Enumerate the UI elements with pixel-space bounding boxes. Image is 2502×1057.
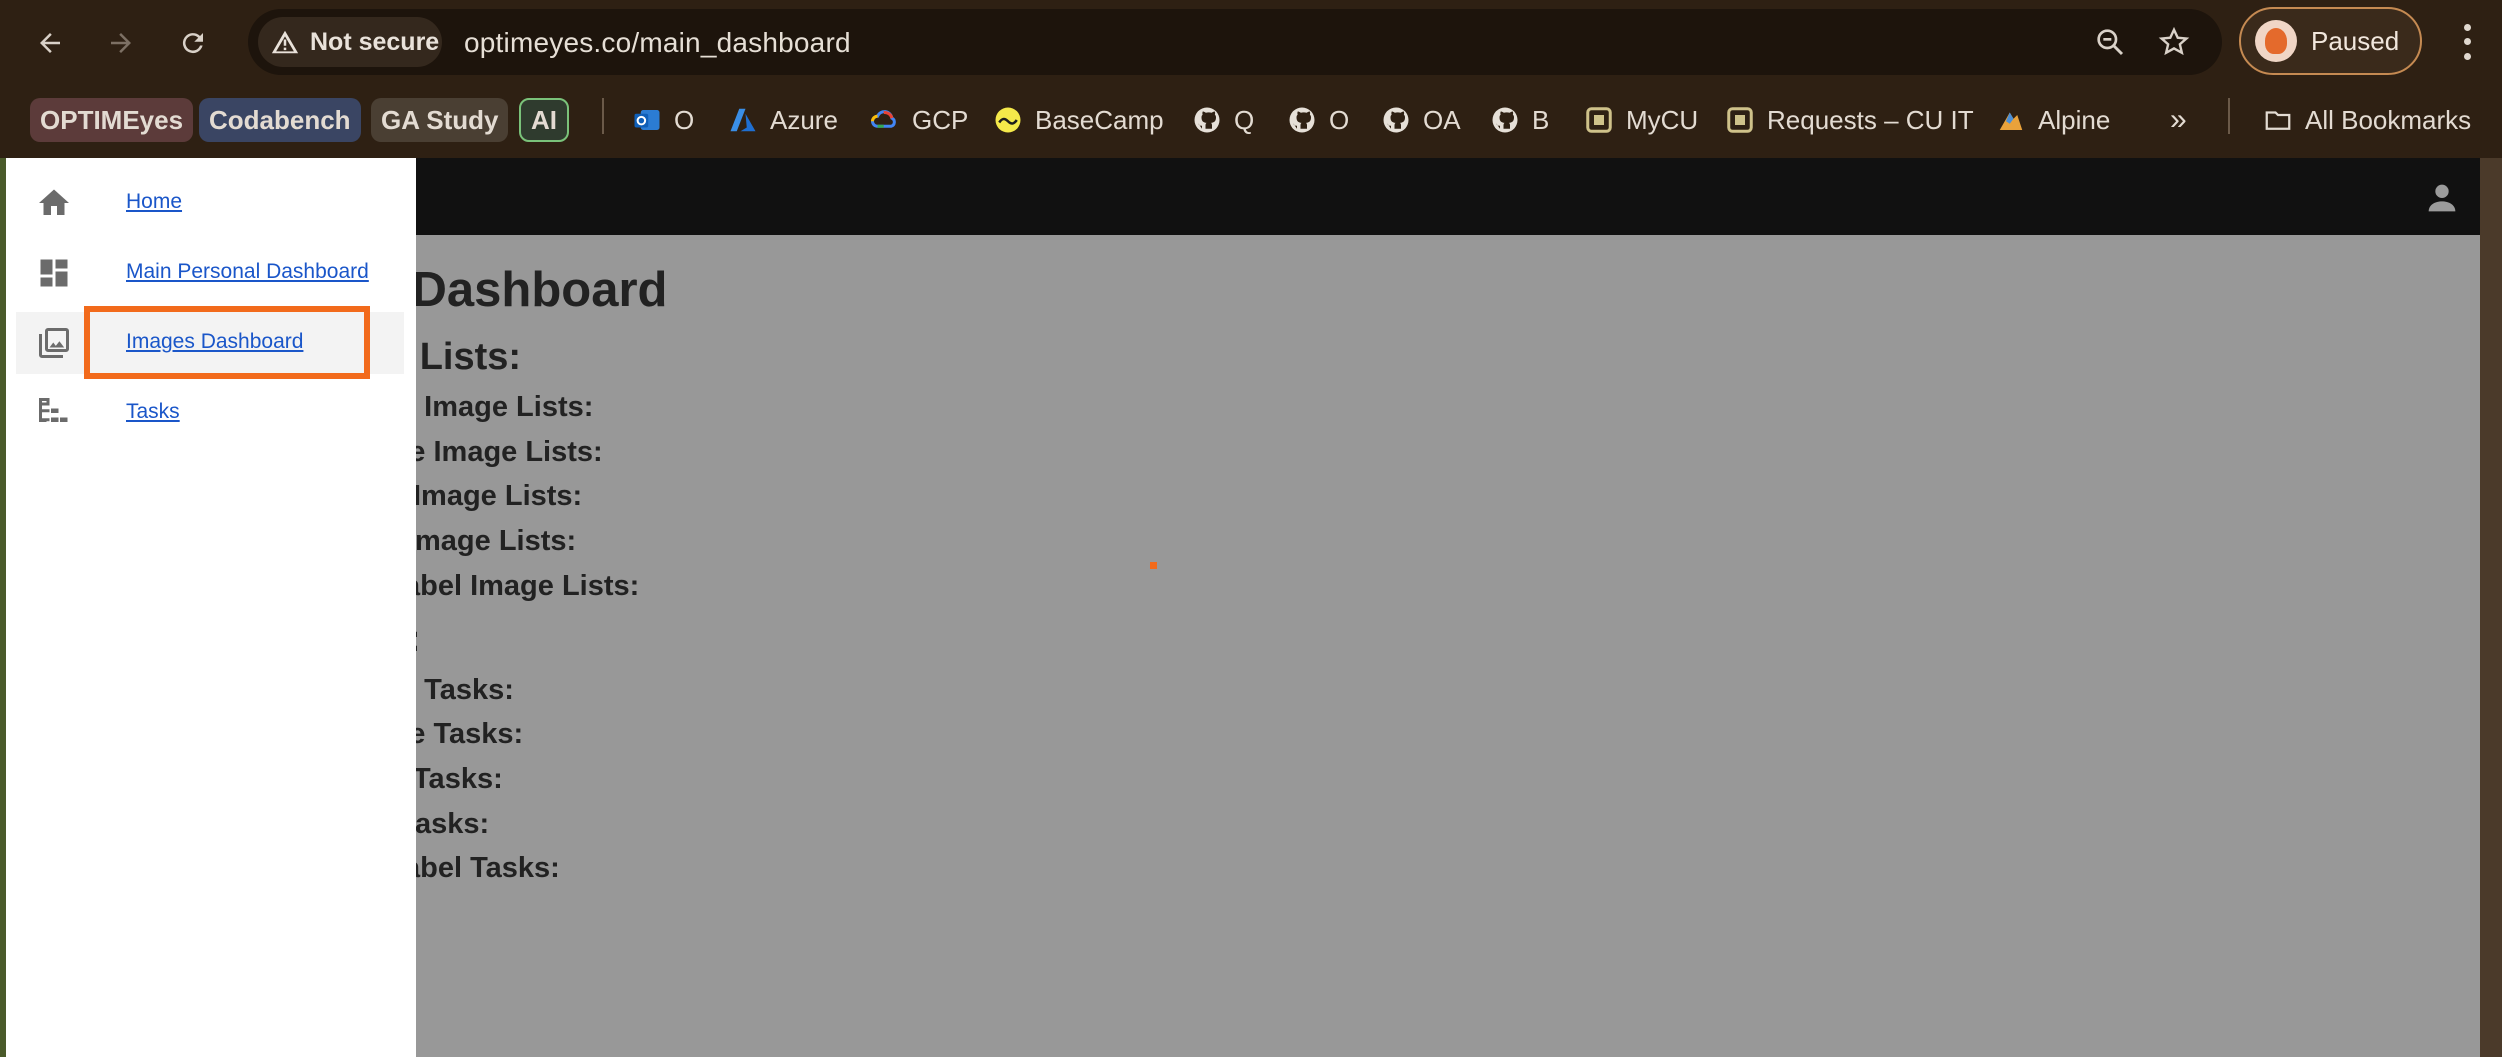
security-label: Not secure [310, 27, 440, 56]
bookmark-label: MyCU [1626, 104, 1699, 135]
cu-icon [1725, 105, 1755, 135]
profile-status: Paused [2311, 25, 2400, 56]
alpine-icon [1996, 105, 2026, 135]
bookmark-label: AI [531, 104, 557, 135]
bookmark-github-o[interactable]: O [1287, 98, 1349, 142]
subheading: re Tasks: [398, 718, 524, 750]
bookmark-outlook[interactable]: O [632, 98, 694, 142]
azure-icon [728, 105, 758, 135]
zoom-out-icon [2097, 29, 2124, 56]
profile-button[interactable]: Paused [2239, 7, 2422, 75]
folder-icon [2263, 105, 2293, 135]
address-bar[interactable]: Not secure optimeyes.co/main_dashboard [248, 9, 2222, 75]
images-icon [39, 328, 69, 358]
forward-button[interactable] [96, 18, 146, 68]
bookmark-gcp[interactable]: GCP [870, 98, 968, 142]
bookmarks-overflow-button[interactable]: » [2170, 98, 2187, 142]
avatar [2255, 20, 2297, 62]
bookmark-label: GCP [912, 104, 969, 135]
star-icon [2158, 26, 2190, 56]
bookmark-separator [602, 98, 604, 134]
account-icon[interactable] [2422, 178, 2462, 218]
bookmark-label: Requests – CU IT [1767, 104, 1974, 135]
overflow-chevron-icon: » [2170, 103, 2187, 136]
drawer-link-home[interactable]: Home [126, 190, 182, 214]
browser-toolbar: Not secure optimeyes.co/main_dashboard P… [0, 0, 2502, 84]
bookmark-label: Codabench [209, 104, 351, 135]
bookmark-alpine[interactable]: Alpine [1996, 98, 2110, 142]
back-button[interactable] [25, 18, 75, 68]
drawer-item-home[interactable]: Home [16, 172, 404, 234]
bookmark-label: OPTIMEyes [40, 104, 184, 135]
page-edge-right [2480, 158, 2502, 1057]
subheading: abel Image Lists: [404, 570, 640, 602]
subheading: y Tasks: [400, 674, 514, 706]
cu-icon [1584, 105, 1614, 135]
bookmark-label: O [1329, 104, 1350, 135]
subheading: re Image Lists: [398, 436, 603, 468]
bookmark-requests-cu-it[interactable]: Requests – CU IT [1725, 98, 1974, 142]
bookmark-optimeyes[interactable]: OPTIMEyes [30, 98, 194, 142]
bookmark-github-oa[interactable]: OA [1381, 98, 1461, 142]
url-text[interactable]: optimeyes.co/main_dashboard [464, 27, 851, 59]
subheading: asks: [415, 808, 490, 840]
bookmark-mycu[interactable]: MyCU [1584, 98, 1698, 142]
github-icon [1192, 105, 1222, 135]
bookmark-label: B [1532, 104, 1550, 135]
bookmark-github-q[interactable]: Q [1192, 98, 1254, 142]
bookmark-label: OA [1423, 104, 1461, 135]
subheading: mage Lists: [415, 525, 577, 557]
back-arrow-icon [40, 33, 60, 53]
subheading: Tasks: [413, 763, 503, 795]
drawer-item-main-personal-dashboard[interactable]: Main Personal Dashboard [16, 242, 404, 304]
bookmark-basecamp[interactable]: BaseCamp [993, 98, 1164, 142]
gcp-icon [870, 105, 900, 135]
drawer-link-main-personal-dashboard[interactable]: Main Personal Dashboard [126, 260, 369, 284]
bookmark-star-button[interactable] [2154, 22, 2194, 62]
bookmark-label: Azure [770, 104, 838, 135]
bookmark-ga-study[interactable]: GA Study [371, 98, 509, 142]
cursor-marker [1150, 562, 1157, 569]
bookmark-label: Q [1234, 104, 1255, 135]
bookmark-label: BaseCamp [1035, 104, 1164, 135]
basecamp-icon [993, 105, 1023, 135]
bookmark-codabench[interactable]: Codabench [199, 98, 361, 142]
reload-icon [182, 33, 203, 54]
subheading: abel Tasks: [404, 852, 560, 884]
highlight-box [84, 306, 370, 379]
tasks-icon [39, 398, 68, 422]
zoom-button[interactable] [2090, 22, 2130, 62]
bookmark-label: GA Study [381, 104, 499, 135]
bookmark-azure[interactable]: Azure [728, 98, 838, 142]
drawer-item-tasks[interactable]: Tasks [16, 382, 404, 444]
warning-icon [271, 30, 299, 54]
bookmark-separator [2228, 98, 2230, 134]
bookmark-label: All Bookmarks [2305, 104, 2472, 135]
subheading: y Image Lists: [400, 391, 594, 423]
drawer-link-tasks[interactable]: Tasks [126, 400, 180, 424]
all-bookmarks-button[interactable]: All Bookmarks [2263, 98, 2471, 142]
security-chip[interactable]: Not secure [258, 17, 442, 67]
navigation-drawer: Home Main Personal Dashboard Images Dash… [6, 158, 416, 1057]
dashboard-icon [40, 259, 68, 287]
reload-button[interactable] [168, 18, 218, 68]
bookmark-label: O [674, 104, 695, 135]
bookmark-ai[interactable]: AI [519, 98, 569, 142]
github-icon [1287, 105, 1317, 135]
outlook-icon [632, 105, 662, 135]
bookmark-label: Alpine [2038, 104, 2111, 135]
home-icon [39, 189, 69, 215]
browser-menu-button[interactable] [2452, 20, 2482, 64]
github-icon [1381, 105, 1411, 135]
forward-arrow-icon [111, 33, 131, 53]
github-icon [1490, 105, 1520, 135]
subheading: Image Lists: [413, 480, 583, 512]
bookmark-github-b[interactable]: B [1490, 98, 1549, 142]
